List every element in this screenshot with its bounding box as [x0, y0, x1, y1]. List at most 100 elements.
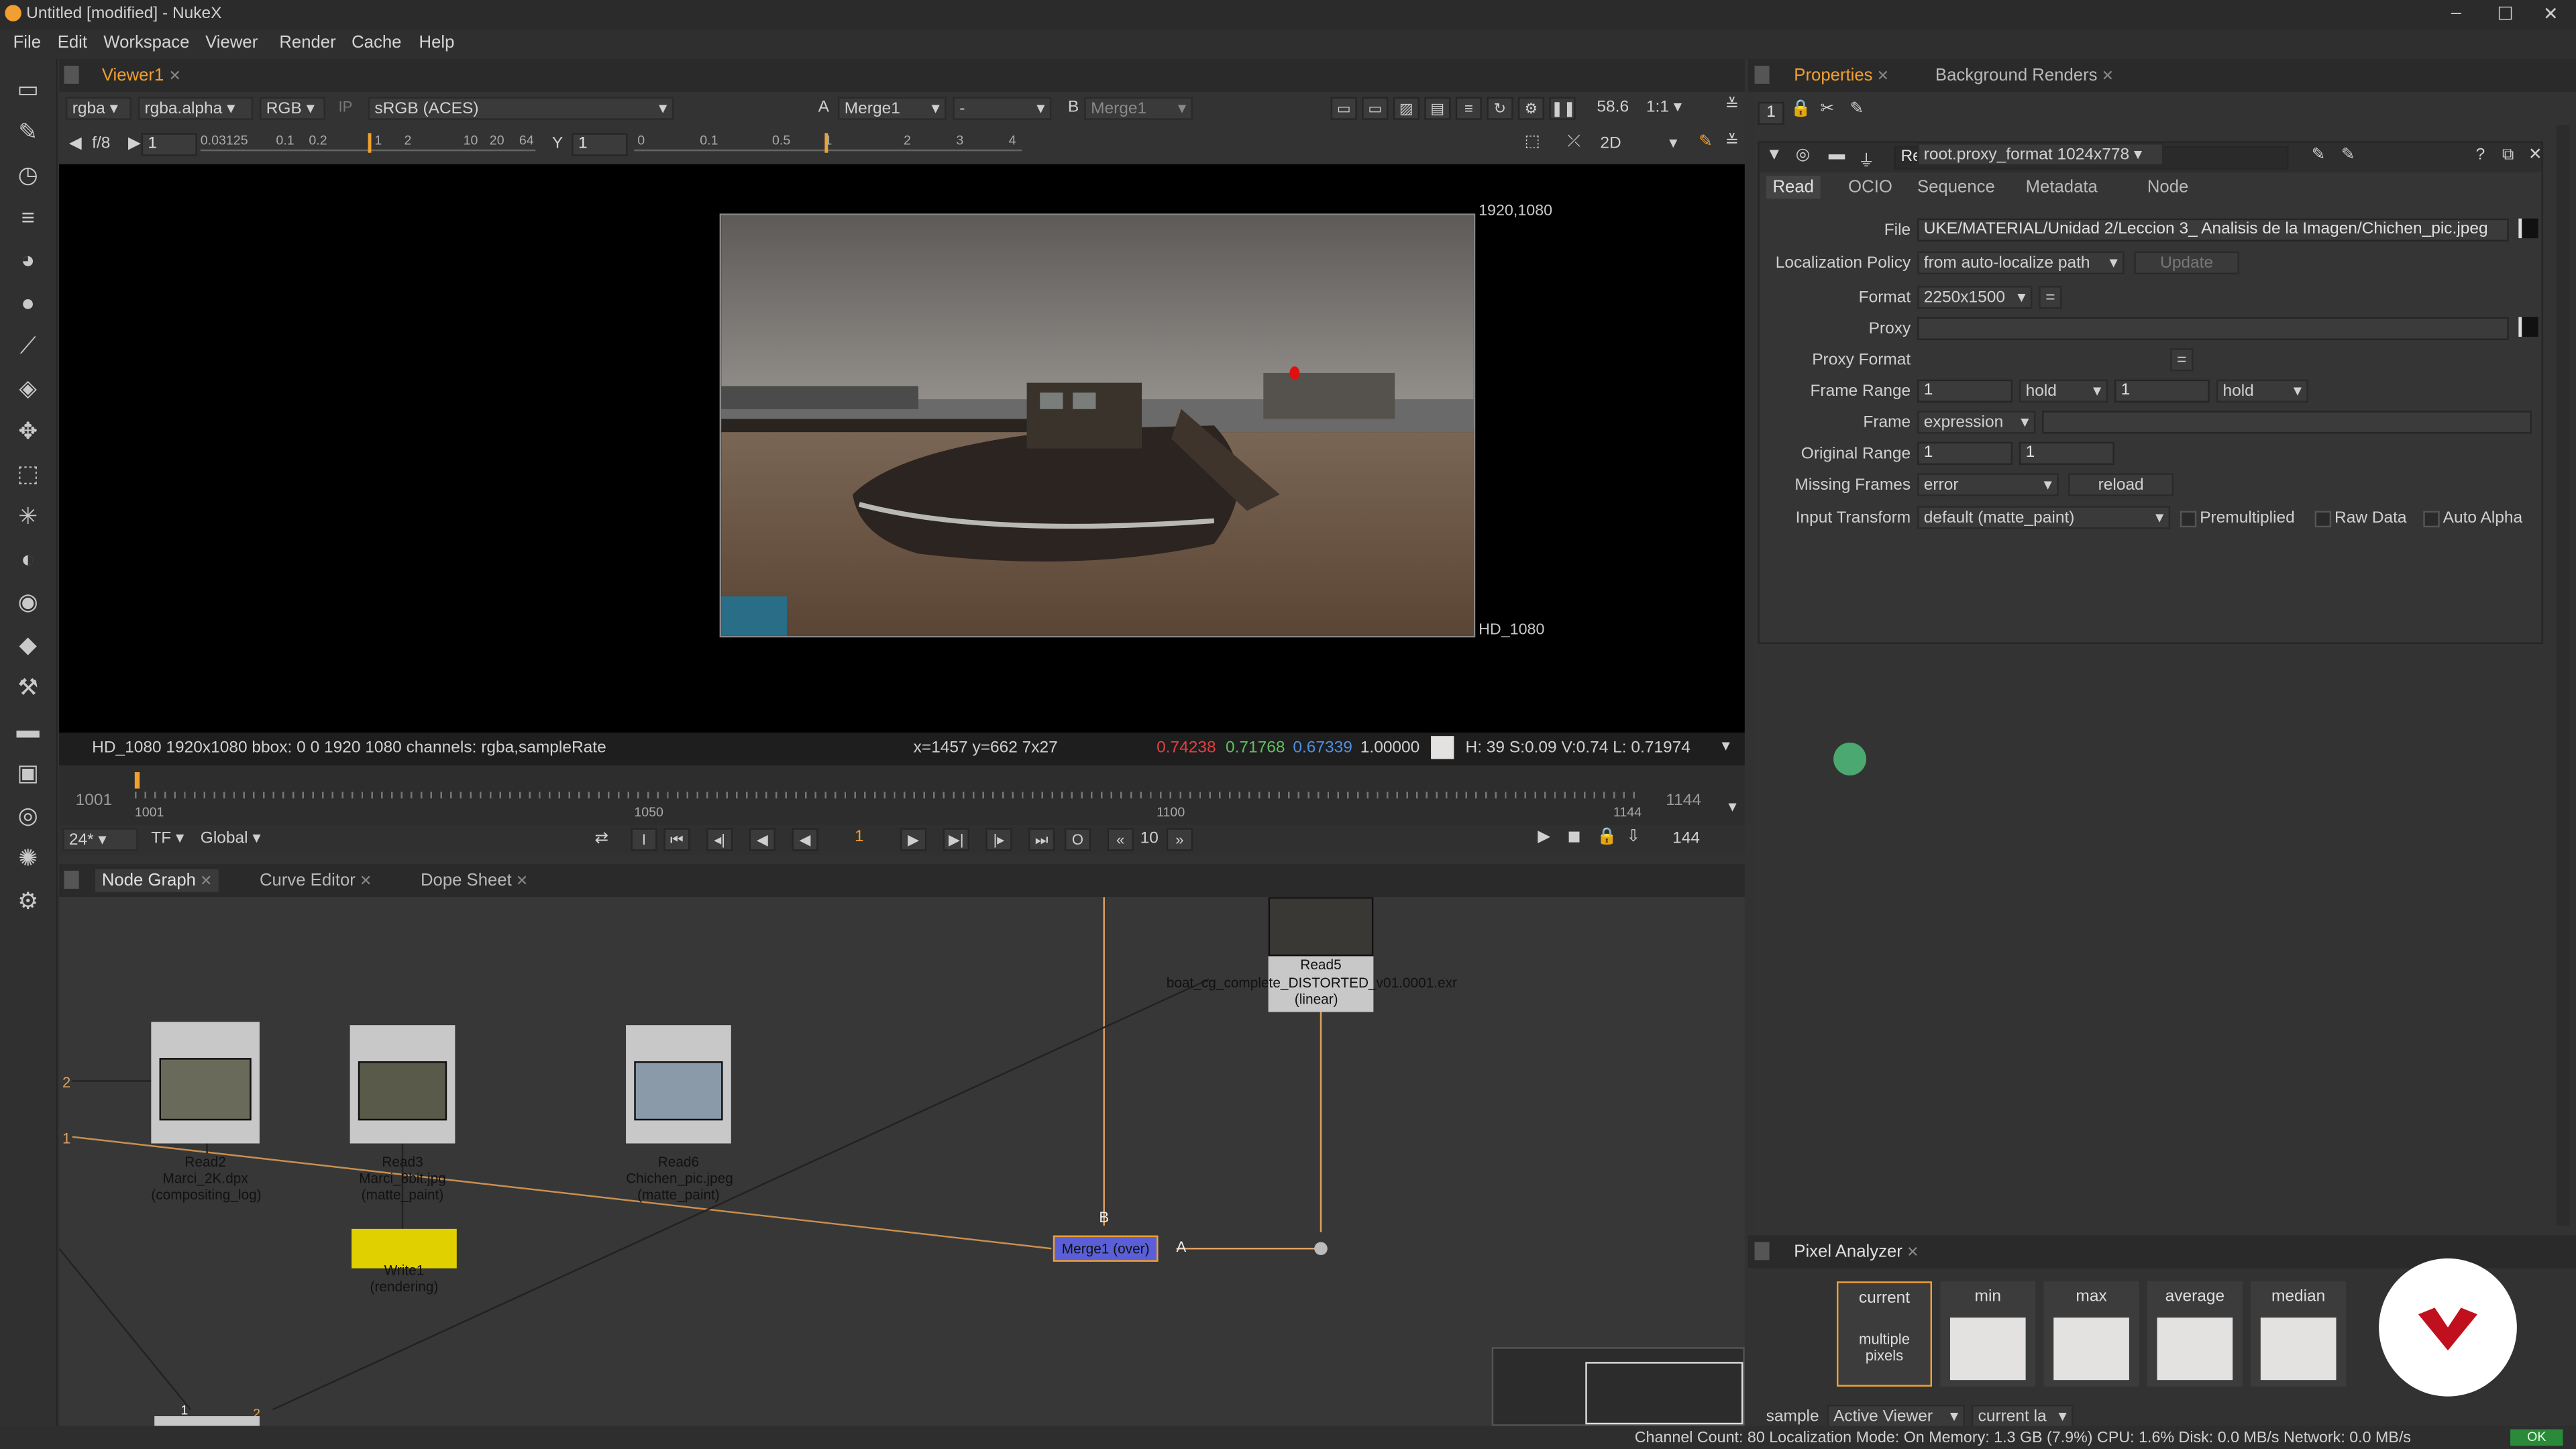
original-range-end[interactable]: 1	[2019, 441, 2114, 466]
views-tool-icon[interactable]: ◉	[11, 585, 44, 618]
close-panel-icon[interactable]: ✕	[2528, 146, 2542, 164]
lock-icon[interactable]: 🔒	[1597, 828, 1617, 846]
node-read3[interactable]: Read3 Marci_8bit.jpg (matte_paint)	[350, 1025, 455, 1203]
playback-mode-icon[interactable]: ⇄	[595, 830, 609, 848]
reload-button[interactable]: reload	[2068, 473, 2174, 496]
input-a-dropdown[interactable]: Merge1 ▾	[837, 97, 947, 120]
frame-range-after-dropdown[interactable]: hold ▾	[2216, 379, 2308, 403]
tab-sequence[interactable]: Sequence	[1911, 176, 2001, 199]
next-keyframe-icon[interactable]: |▸	[985, 828, 1012, 851]
update-button[interactable]: Update	[2134, 251, 2239, 274]
minimize-icon[interactable]: –	[2451, 3, 2461, 23]
close-tab-icon[interactable]: ✕	[1902, 1244, 1919, 1260]
close-tab-icon[interactable]: ✕	[356, 872, 372, 888]
toolsets-tool-icon[interactable]: ⚒	[11, 670, 44, 703]
deep-tool-icon[interactable]: ◐	[11, 542, 44, 575]
node-graph-canvas[interactable]: 2 1 Read2 Marci_2K.dpx (compositing_log)…	[59, 897, 1745, 1426]
fstop-next-icon[interactable]: ▶	[128, 135, 141, 153]
menu-viewer[interactable]: Viewer	[205, 33, 258, 52]
metadata-tool-icon[interactable]: ◆	[11, 628, 44, 661]
gain-field[interactable]: 1	[141, 133, 197, 156]
last-frame-icon[interactable]: ⏭	[1028, 828, 1055, 851]
clipping-icon[interactable]: ▭	[1362, 97, 1389, 120]
colorspace-dropdown[interactable]: sRGB (ACES) ▾	[368, 97, 674, 120]
tab-background-renders[interactable]: Background Renders ✕	[1929, 64, 2121, 87]
auto-alpha-checkbox[interactable]	[2423, 511, 2440, 528]
first-frame-icon[interactable]: ⏮	[663, 828, 690, 851]
ip-button[interactable]: IP	[338, 99, 352, 115]
out-point-icon[interactable]: O	[1064, 828, 1091, 851]
frame-range-end[interactable]: 1	[2114, 379, 2210, 403]
filter-tool-icon[interactable]: ●	[11, 286, 44, 319]
pa-average-box[interactable]: average	[2147, 1281, 2243, 1387]
overlay-icon[interactable]: ▤	[1424, 97, 1451, 120]
current-frame-field[interactable]: 1	[835, 828, 883, 851]
node-color-icon[interactable]: ▬	[1829, 146, 1845, 164]
compare-op-dropdown[interactable]: - ▾	[953, 97, 1052, 120]
play-backward-icon[interactable]: ◀	[792, 828, 818, 851]
wipe-pen-icon[interactable]: ✎	[1699, 133, 1713, 151]
proxy-input[interactable]	[1917, 317, 2509, 340]
tab-node-graph[interactable]: Node Graph ✕	[95, 869, 219, 892]
particles-tool-icon[interactable]: ✳	[11, 499, 44, 532]
proxy-format-equals-button[interactable]: =	[2170, 348, 2194, 372]
tab-viewer1[interactable]: Viewer1 ✕	[95, 64, 188, 87]
viewer-menu-icon[interactable]: ≚	[1725, 97, 1739, 115]
close-tab-icon[interactable]: ✕	[512, 872, 528, 888]
proxy-format-dropdown[interactable]: root.proxy_format 1024x778 ▾	[1917, 143, 2164, 166]
ratio-dropdown[interactable]: 1:1 ▾	[1646, 99, 1682, 117]
edit-icon[interactable]: ✎	[2312, 146, 2326, 164]
view-mode-dropdown[interactable]: 2D	[1600, 135, 1621, 153]
keyer-tool-icon[interactable]: ⟋	[11, 329, 44, 362]
format-dropdown[interactable]: 2250x1500 ▾	[1917, 286, 2033, 309]
alpha-dropdown[interactable]: rgba.alpha ▾	[138, 97, 254, 120]
tab-node[interactable]: Node	[2141, 176, 2195, 199]
prev-frame-icon[interactable]: ◀	[749, 828, 775, 851]
viewer-transform-icon[interactable]: ⤫	[1567, 133, 1580, 151]
out-point-field[interactable]: 1144	[1666, 792, 1701, 810]
furnace-tool-icon[interactable]: ▣	[11, 756, 44, 789]
frame-mode-dropdown[interactable]: expression ▾	[1917, 411, 2036, 434]
zoom-level[interactable]: 58.6	[1597, 99, 1629, 117]
pause-icon[interactable]: ❚❚	[1549, 97, 1576, 120]
menu-workspace[interactable]: Workspace	[103, 33, 189, 52]
tab-properties[interactable]: Properties ✕	[1788, 64, 1896, 87]
menu-cache[interactable]: Cache	[352, 33, 401, 52]
sample-dropdown[interactable]: Active Viewer ▾	[1827, 1404, 1966, 1428]
frame-range-before-dropdown[interactable]: hold ▾	[2019, 379, 2108, 403]
tab-dope-sheet[interactable]: Dope Sheet ✕	[414, 869, 535, 892]
close-tab-icon[interactable]: ✕	[196, 872, 212, 888]
range-dropdown[interactable]: Global ▾	[201, 830, 261, 848]
3d-tool-icon[interactable]: ⬚	[11, 457, 44, 490]
zebra-icon[interactable]: ▨	[1393, 97, 1419, 120]
view-mode-arrow-icon[interactable]: ▾	[1669, 135, 1677, 153]
help-icon[interactable]: ?	[2476, 146, 2485, 164]
menu-edit[interactable]: Edit	[58, 33, 87, 52]
tab-read[interactable]: Read	[1766, 176, 1821, 199]
input-transform-dropdown[interactable]: default (matte_paint) ▾	[1917, 506, 2171, 529]
playhead[interactable]	[134, 772, 140, 789]
export-icon[interactable]: ⇩	[1627, 828, 1641, 846]
viewer-canvas[interactable]: 1920,1080 HD_1080	[59, 164, 1745, 733]
node-read6[interactable]: Read6 Chichen_pic.jpeg (matte_paint)	[626, 1025, 733, 1203]
tab-ocio[interactable]: OCIO	[1841, 176, 1898, 199]
end-frame-field[interactable]: 144	[1672, 830, 1700, 848]
in-point-field[interactable]: 1001	[76, 792, 112, 810]
close-tab-icon[interactable]: ✕	[2098, 67, 2114, 83]
pane-menu-icon[interactable]	[64, 65, 79, 84]
file-browse-icon[interactable]	[2518, 218, 2538, 239]
frame-expression-input[interactable]	[2042, 411, 2532, 434]
pane-menu-icon[interactable]	[1754, 65, 1770, 84]
clear-panels-icon[interactable]: ✎	[1850, 100, 1864, 118]
edit2-icon[interactable]: ✎	[2341, 146, 2355, 164]
properties-scrollbar[interactable]	[2556, 125, 2570, 1226]
time-tool-icon[interactable]: ◷	[11, 158, 44, 191]
format-equals-button[interactable]: =	[2039, 286, 2062, 309]
menu-file[interactable]: File	[13, 33, 41, 52]
menu-render[interactable]: Render	[279, 33, 335, 52]
node-graph-minimap[interactable]	[1491, 1347, 1745, 1426]
pa-current-box[interactable]: current multiple pixels	[1836, 1281, 1933, 1387]
record-icon[interactable]: ◼	[1567, 828, 1580, 846]
fstop-value[interactable]: f/8	[92, 135, 110, 153]
tf-dropdown[interactable]: TF ▾	[151, 830, 184, 848]
